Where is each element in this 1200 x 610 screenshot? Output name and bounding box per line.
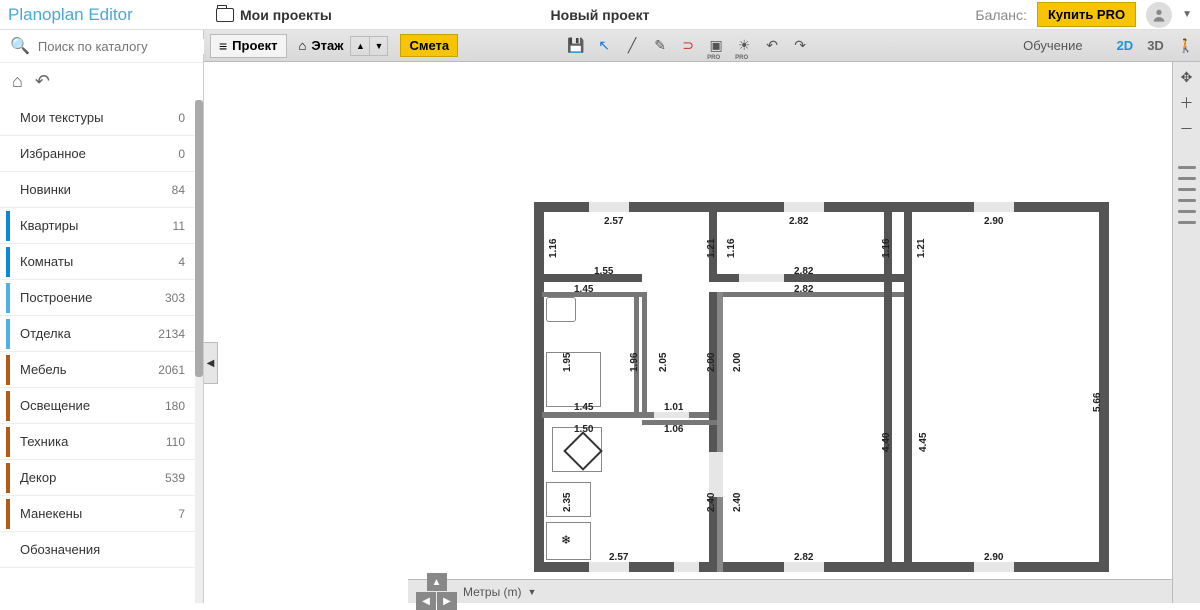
units-label[interactable]: Метры (m) [463, 585, 522, 599]
category-item[interactable]: Декор539 [0, 460, 195, 496]
category-list: Мои текстуры0Избранное0Новинки84Квартиры… [0, 100, 195, 603]
search-icon: 🔍 [10, 36, 30, 56]
floorplan-canvas[interactable]: ◀ [204, 62, 1172, 603]
right-toolbar: ✥ ＋ － [1172, 62, 1200, 603]
toilet[interactable] [546, 297, 576, 322]
avatar[interactable] [1146, 2, 1172, 28]
cursor-tool-icon[interactable]: ↖ [595, 37, 613, 55]
sidebar: 🔍 ⌂ ↶ Мои текстуры0Избранное0Новинки84Кв… [0, 30, 204, 603]
category-item[interactable]: Обозначения [0, 532, 195, 568]
floor-plan[interactable]: ❄ 2.57 2.82 2.90 1.16 1.21 1.16 1.16 1.2… [534, 202, 1114, 582]
balance-label: Баланс: [975, 7, 1027, 23]
category-item[interactable]: Техника110 [0, 424, 195, 460]
house-icon: ⌂ [299, 38, 307, 53]
category-item[interactable]: Построение303 [0, 280, 195, 316]
floor-dropdown[interactable]: ⌂Этаж ▲▼ [291, 33, 397, 59]
magnet-icon[interactable]: ⊃ [679, 37, 697, 55]
toolbar: ≡Проект ⌂Этаж ▲▼ Смета 💾 ↖ ╱ ✎ ⊃ ▣PRO ☀P… [204, 30, 1200, 62]
bottom-bar: ▲ ◀ ▶ Метры (m) ▼ [408, 579, 1172, 603]
search-input[interactable] [38, 39, 214, 54]
walk-view-icon[interactable]: 🚶 [1178, 38, 1194, 54]
pen-tool-icon[interactable]: ✎ [651, 37, 669, 55]
training-link[interactable]: Обучение [1023, 38, 1082, 53]
buy-pro-button[interactable]: Купить PRO [1037, 2, 1136, 27]
sun-pro-icon[interactable]: ☀PRO [735, 37, 753, 55]
app-title: Planoplan Editor [8, 5, 196, 25]
scrollbar[interactable] [195, 100, 203, 603]
category-item[interactable]: Комнаты4 [0, 244, 195, 280]
zoom-in-icon[interactable]: ＋ [1178, 94, 1196, 112]
category-item[interactable]: Отделка2134 [0, 316, 195, 352]
view-3d-button[interactable]: 3D [1147, 38, 1164, 53]
redo-tool-icon[interactable]: ↷ [791, 37, 809, 55]
category-item[interactable]: Новинки84 [0, 172, 195, 208]
my-projects-button[interactable]: Мои проекты [216, 7, 332, 23]
my-projects-label: Мои проекты [240, 7, 332, 23]
save-icon[interactable]: 💾 [567, 37, 585, 55]
project-name: Новый проект [551, 7, 650, 23]
category-item[interactable]: Квартиры11 [0, 208, 195, 244]
category-item[interactable]: Манекены7 [0, 496, 195, 532]
compass-icon[interactable]: ✥ [1178, 68, 1196, 86]
undo-icon[interactable]: ↶ [35, 71, 50, 92]
folder-icon [216, 8, 234, 22]
project-dropdown[interactable]: ≡Проект [210, 34, 287, 58]
estimate-button[interactable]: Смета [400, 34, 458, 57]
view-2d-button[interactable]: 2D [1117, 38, 1134, 53]
chevron-down-icon[interactable]: ▼ [1182, 9, 1192, 20]
nav-arrows[interactable]: ▲ ◀ ▶ [416, 573, 457, 610]
home-icon[interactable]: ⌂ [12, 71, 23, 92]
category-item[interactable]: Мебель2061 [0, 352, 195, 388]
camera-pro-icon[interactable]: ▣PRO [707, 37, 725, 55]
bathtub[interactable] [546, 352, 601, 407]
category-item[interactable]: Освещение180 [0, 388, 195, 424]
undo-tool-icon[interactable]: ↶ [763, 37, 781, 55]
fridge[interactable]: ❄ [546, 522, 591, 560]
category-item[interactable]: Избранное0 [0, 136, 195, 172]
category-item[interactable]: Мои текстуры0 [0, 100, 195, 136]
collapse-sidebar-button[interactable]: ◀ [204, 342, 218, 384]
line-tool-icon[interactable]: ╱ [623, 37, 641, 55]
zoom-out-icon[interactable]: － [1178, 120, 1196, 138]
slider-handle[interactable] [1178, 166, 1196, 169]
